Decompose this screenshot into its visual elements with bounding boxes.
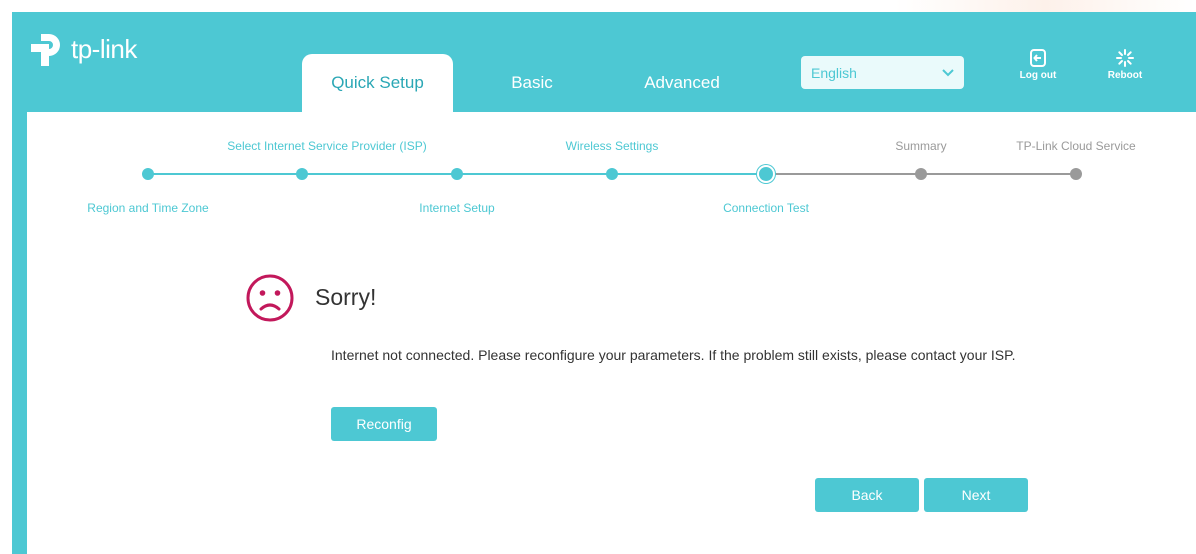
brand-logo: tp-link bbox=[27, 30, 197, 70]
step-label-region: Region and Time Zone bbox=[87, 201, 209, 215]
step-label-cloud: TP-Link Cloud Service bbox=[1016, 139, 1136, 153]
brand-name: tp-link bbox=[71, 34, 137, 64]
step-dot bbox=[451, 168, 463, 180]
step-label-connection-test: Connection Test bbox=[723, 201, 809, 215]
result-title: Sorry! bbox=[315, 284, 377, 310]
logout-button[interactable]: Log out bbox=[1010, 48, 1066, 92]
reboot-icon bbox=[1116, 49, 1134, 67]
tp-link-logo-icon bbox=[31, 34, 60, 66]
step-label-isp: Select Internet Service Provider (ISP) bbox=[227, 139, 427, 153]
step-dot-current bbox=[759, 167, 773, 181]
tab-advanced[interactable]: Advanced bbox=[612, 54, 752, 112]
result-message: Internet not connected. Please reconfigu… bbox=[331, 347, 1016, 363]
next-button[interactable]: Next bbox=[924, 478, 1028, 512]
tab-basic[interactable]: Basic bbox=[472, 54, 592, 112]
language-value: English bbox=[811, 64, 857, 81]
step-dot bbox=[296, 168, 308, 180]
main-panel: Region and Time Zone Select Internet Ser… bbox=[27, 112, 1196, 554]
step-dot bbox=[142, 168, 154, 180]
step-label-wireless: Wireless Settings bbox=[565, 139, 659, 153]
language-select[interactable]: English bbox=[801, 56, 964, 89]
step-dot bbox=[606, 168, 618, 180]
step-label-internet-setup: Internet Setup bbox=[419, 201, 495, 215]
logout-icon bbox=[1030, 49, 1046, 67]
step-label-summary: Summary bbox=[895, 139, 947, 153]
tab-quick-setup[interactable]: Quick Setup bbox=[302, 54, 453, 112]
header: tp-link Quick Setup Basic Advanced Engli… bbox=[12, 12, 1196, 112]
sad-face-icon bbox=[246, 274, 294, 322]
top-decoration bbox=[895, 0, 1196, 12]
reboot-button[interactable]: Reboot bbox=[1097, 48, 1153, 92]
reboot-label: Reboot bbox=[1107, 70, 1143, 81]
step-dot bbox=[1070, 168, 1082, 180]
reconfig-button[interactable]: Reconfig bbox=[331, 407, 437, 441]
app-frame: tp-link Quick Setup Basic Advanced Engli… bbox=[12, 12, 1196, 554]
logout-label: Log out bbox=[1019, 70, 1057, 81]
step-dot bbox=[915, 168, 927, 180]
chevron-down-icon bbox=[942, 68, 954, 76]
back-button[interactable]: Back bbox=[815, 478, 919, 512]
